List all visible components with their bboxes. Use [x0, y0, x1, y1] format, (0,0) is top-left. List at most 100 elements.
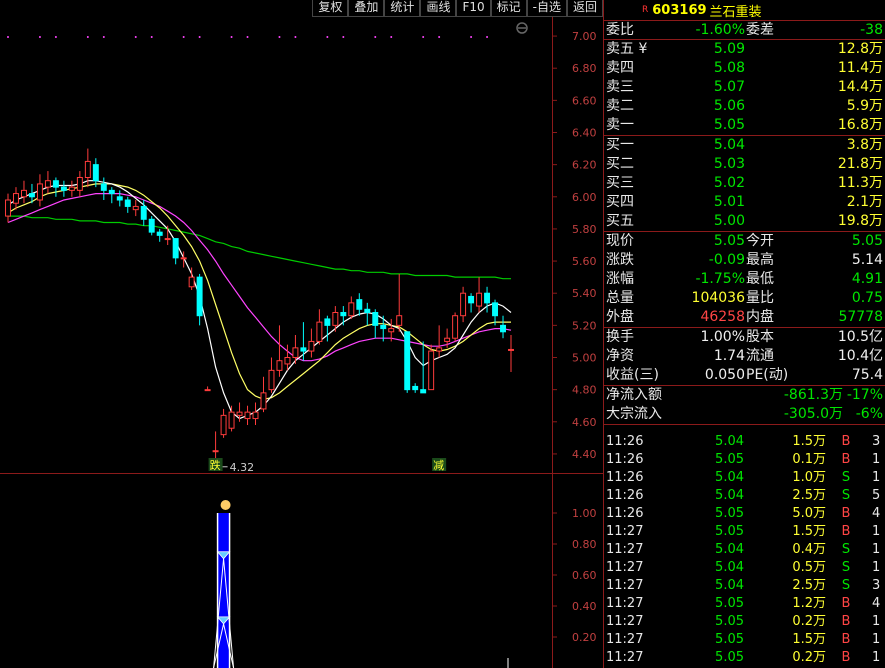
stock-name[interactable]: 兰石重装 — [710, 1, 762, 20]
tick-row[interactable]: 11:27 5.04 0.4万 S 1 — [604, 541, 885, 559]
toolbar-button-1[interactable]: 叠加 — [348, 0, 385, 17]
candle[interactable] — [108, 187, 115, 204]
candle[interactable] — [196, 273, 203, 326]
bids-row[interactable]: 买三 5.02 11.3万 — [604, 174, 885, 193]
candle[interactable] — [20, 180, 27, 204]
kline-chart[interactable]: 7.00 6.80 6.60 6.40 6.20 6.00 5.80 5.60 5.40 5.20… — [0, 0, 603, 668]
candle[interactable] — [364, 302, 371, 326]
candle[interactable] — [44, 171, 51, 194]
tick-row[interactable]: 11:26 5.04 1.5万 B 3 — [604, 433, 885, 451]
indicator-tick-label: 1.00 — [572, 507, 597, 520]
candle[interactable] — [356, 293, 363, 316]
candle[interactable] — [396, 273, 403, 332]
tick-row[interactable]: 11:27 5.04 2.5万 S 3 — [604, 577, 885, 595]
signal-dot — [342, 36, 345, 38]
tick-row[interactable]: 11:27 5.05 0.2万 B 1 — [604, 613, 885, 631]
candle[interactable] — [60, 180, 67, 197]
candle[interactable] — [260, 376, 267, 413]
candle[interactable] — [308, 328, 315, 358]
candle[interactable] — [348, 296, 355, 319]
candle[interactable] — [220, 408, 227, 438]
candle[interactable] — [228, 405, 235, 432]
candle[interactable] — [412, 383, 419, 393]
tick-row[interactable]: 11:27 5.04 0.5万 S 1 — [604, 559, 885, 577]
toolbar-button-3[interactable]: 画线 — [420, 0, 457, 17]
flow-row: 大宗流入 -305.0万 -6% — [606, 406, 883, 422]
candle[interactable] — [276, 325, 283, 377]
candle[interactable] — [244, 405, 251, 425]
candle[interactable] — [124, 196, 131, 213]
asks-row[interactable]: 卖三 5.07 14.4万 — [604, 78, 885, 97]
tick-row[interactable]: 11:27 5.05 1.5万 B 1 — [604, 631, 885, 649]
price-tick-label: 5.80 — [572, 223, 597, 236]
indicator-tick-label: 0.80 — [572, 538, 597, 551]
toolbar-button-7[interactable]: 返回 — [566, 0, 603, 17]
candle[interactable] — [116, 190, 123, 207]
candle[interactable] — [36, 174, 43, 207]
tick-row[interactable]: 11:26 5.05 5.0万 B 4 — [604, 505, 885, 523]
candle[interactable] — [468, 293, 475, 313]
candle[interactable] — [100, 177, 107, 201]
candle[interactable] — [52, 177, 59, 197]
tick-row[interactable]: 11:26 5.05 0.1万 B 1 — [604, 451, 885, 469]
candle[interactable] — [268, 357, 275, 393]
price-tick-label: 6.60 — [572, 94, 597, 107]
marker-label: 减 — [433, 459, 444, 472]
candle[interactable] — [372, 309, 379, 339]
finance-summary: 换手 1.00% 股本 10.5亿 净资 1.74 流通 10.4亿 收益(三) 0.050 PE(… — [604, 328, 885, 386]
price-tick-label: 6.20 — [572, 159, 597, 172]
candle[interactable] — [500, 315, 506, 339]
candle[interactable] — [484, 286, 491, 313]
candle[interactable] — [316, 309, 323, 345]
signal-dot — [102, 36, 105, 38]
bids-row[interactable]: 买二 5.03 21.8万 — [604, 155, 885, 174]
stock-code[interactable]: 603169 — [652, 3, 706, 18]
toolbar-button-2[interactable]: 统计 — [384, 0, 421, 17]
candle[interactable] — [204, 386, 211, 392]
bids-row[interactable]: 买五 5.00 19.8万 — [604, 212, 885, 231]
candle[interactable] — [340, 306, 347, 326]
tick-row[interactable]: 11:27 5.05 1.2万 B 4 — [604, 595, 885, 613]
candle[interactable] — [156, 228, 163, 242]
price-tick-label: 6.40 — [572, 127, 597, 140]
candle[interactable] — [284, 344, 291, 371]
toolbar-button-0[interactable]: 复权 — [312, 0, 349, 17]
tick-row[interactable]: 11:26 5.04 2.5万 S 5 — [604, 487, 885, 505]
bids-row[interactable]: 买一 5.04 3.8万 — [604, 136, 885, 155]
candle[interactable] — [324, 315, 331, 342]
candle[interactable] — [252, 402, 259, 426]
tick-row[interactable]: 11:27 5.05 1.5万 B 1 — [604, 523, 885, 541]
candle[interactable] — [436, 325, 443, 358]
candle[interactable] — [148, 216, 155, 236]
candle[interactable] — [13, 187, 19, 210]
candle[interactable] — [420, 341, 427, 394]
candle[interactable] — [452, 312, 459, 342]
candle[interactable] — [476, 277, 483, 313]
candle[interactable] — [460, 286, 467, 323]
asks-row[interactable]: 卖一 5.05 16.8万 — [604, 116, 885, 135]
candle[interactable] — [332, 306, 339, 332]
candle[interactable] — [5, 193, 11, 223]
candle[interactable] — [132, 200, 139, 217]
asks-row[interactable]: 卖二 5.06 5.9万 — [604, 97, 885, 116]
candle[interactable] — [172, 238, 179, 265]
asks-row[interactable]: 卖四 5.08 11.4万 — [604, 59, 885, 78]
candle[interactable] — [68, 180, 75, 197]
tick-row[interactable]: 11:27 5.05 0.2万 B 1 — [604, 649, 885, 667]
candle[interactable] — [92, 158, 99, 188]
bids-row[interactable]: 买四 5.01 2.1万 — [604, 193, 885, 212]
asks-row[interactable]: 卖五 ¥5.09 12.8万 — [604, 40, 885, 59]
toolbar-button-4[interactable]: F10 — [456, 0, 491, 17]
candle[interactable] — [404, 331, 411, 393]
candle[interactable] — [428, 344, 435, 391]
bid-book: 买一 5.04 3.8万 买二 5.03 21.8万 买三 5.02 11.3万 买四 5.01 2.… — [604, 136, 885, 232]
candle[interactable] — [508, 335, 514, 372]
candle[interactable] — [76, 171, 83, 197]
toolbar-button-5[interactable]: 标记 — [490, 0, 527, 17]
signal-dot — [150, 36, 153, 38]
tick-row[interactable]: 11:26 5.04 1.0万 S 1 — [604, 469, 885, 487]
toolbar-button-6[interactable]: -自选 — [526, 0, 567, 17]
candle[interactable] — [236, 402, 243, 422]
tick-list[interactable]: 11:26 5.04 1.5万 B 3 11:26 5.05 0.1万 B 1 11:26 5.04 1… — [604, 433, 885, 665]
fund-flow: 净流入额 -861.3万 -17% 大宗流入 -305.0万 -6% — [604, 386, 885, 425]
